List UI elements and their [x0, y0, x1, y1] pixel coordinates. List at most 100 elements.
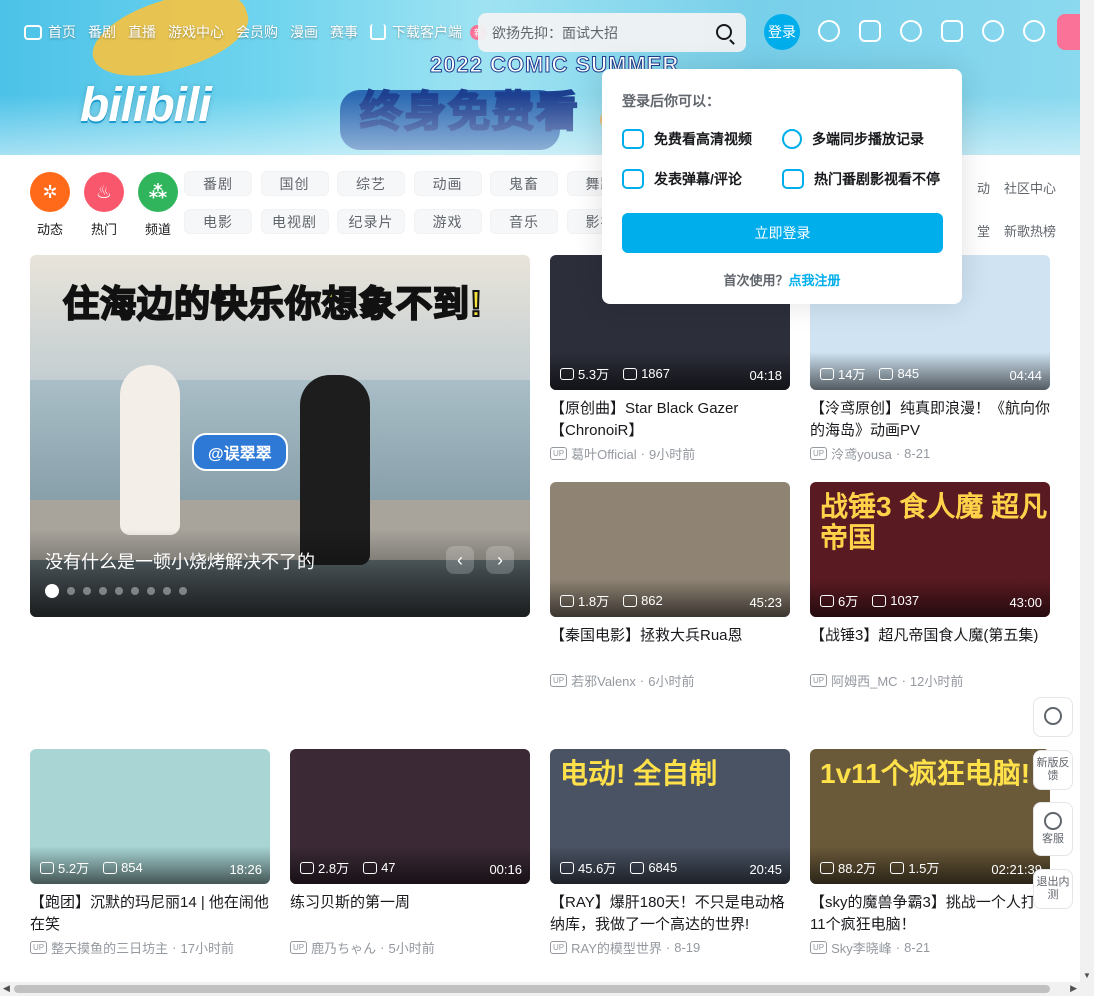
nav-icons [818, 20, 1045, 42]
feature-anime: 热门番剧影视看不停 [782, 169, 942, 189]
nav-item-anime[interactable]: 番剧 [88, 22, 116, 42]
carousel-dot[interactable] [179, 587, 187, 595]
login-now-button[interactable]: 立即登录 [622, 213, 943, 253]
video-title[interactable]: 【秦国电影】拯救大兵Rua恩 [550, 625, 790, 669]
vertical-scrollbar[interactable]: ▼ [1080, 0, 1094, 996]
link-community-center[interactable]: 社区中心 [996, 178, 1056, 197]
carousel-next-button[interactable]: › [486, 546, 514, 574]
scroll-right-arrow-icon[interactable]: ▶ [1070, 983, 1077, 994]
category-documentary[interactable]: 纪录片 [337, 209, 405, 234]
view-count: 88.2万 [820, 858, 876, 877]
uploader-name[interactable]: 泠鸢yousa [831, 444, 892, 463]
video-card[interactable]: 2.8万 47 00:16 练习贝斯的第一周 UP 鹿乃ちゃん · 5小时前 [290, 749, 530, 957]
uploader-name[interactable]: RAY的模型世界 [571, 938, 662, 957]
video-stats: 2.8万 47 [300, 858, 396, 877]
uploader-icon: UP [810, 941, 828, 954]
uploader-name[interactable]: 若邪Valenx [571, 671, 636, 690]
nav-item-manga[interactable]: 漫画 [290, 22, 318, 42]
video-thumbnail[interactable]: 电动! 全自制 45.6万 6845 20:45 [550, 749, 790, 884]
channel-label: 动态 [36, 222, 63, 237]
video-title[interactable]: 练习贝斯的第一周 [290, 892, 530, 936]
video-duration: 45:23 [749, 595, 782, 610]
nav-item-live[interactable]: 直播 [128, 22, 156, 42]
category-variety[interactable]: 综艺 [337, 171, 405, 196]
nav-item-game-center[interactable]: 游戏中心 [168, 22, 224, 42]
channel-dynamic[interactable]: ✲ 动态 [30, 172, 70, 238]
video-thumbnail[interactable]: 5.2万 854 18:26 [30, 749, 270, 884]
danmaku-icon [879, 367, 894, 380]
download-icon [370, 24, 386, 40]
exit-beta-button[interactable]: 退出内测 [1033, 869, 1073, 909]
uploader-name[interactable]: 整天摸鱼的三日坊主 [51, 938, 168, 957]
carousel-dot[interactable] [67, 587, 75, 595]
video-title[interactable]: 【跑团】沉默的玛尼丽14 | 他在闹他在笑 [30, 892, 270, 936]
carousel-caption[interactable]: 没有什么是一顿小烧烤解决不了的 [45, 548, 315, 574]
category-bangumi[interactable]: 番剧 [184, 171, 252, 196]
nav-item-esports[interactable]: 赛事 [330, 22, 358, 42]
channel-hot[interactable]: ♨ 热门 [84, 172, 124, 238]
video-title[interactable]: 【战锤3】超凡帝国食人魔(第五集) [810, 625, 1050, 669]
nav-item-download[interactable]: 下载客户端 新 [370, 22, 488, 42]
feature-carousel[interactable]: 住海边的快乐你想象不到! @误翠翠 没有什么是一顿小烧烤解决不了的 ‹ › [30, 255, 530, 617]
category-movie[interactable]: 电影 [184, 209, 252, 234]
category-animation[interactable]: 动画 [413, 171, 482, 196]
video-card[interactable]: 1.8万 862 45:23 【秦国电影】拯救大兵Rua恩 UP 若邪Valen… [550, 482, 790, 690]
uploader-name[interactable]: Sky李晓峰 [831, 938, 892, 957]
nav-item-mall[interactable]: 会员购 [236, 22, 278, 42]
video-card[interactable]: 战锤3 食人魔 超凡帝国 6万 1037 43:00 【战锤3】超凡帝国食人魔(… [810, 482, 1050, 690]
channel-channels[interactable]: ⁂ 频道 [138, 172, 178, 238]
carousel-dot[interactable] [131, 587, 139, 595]
video-thumbnail[interactable]: 2.8万 47 00:16 [290, 749, 530, 884]
carousel-prev-button[interactable]: ‹ [446, 546, 474, 574]
video-title[interactable]: 【泠鸢原创】纯真即浪漫！《航向你的海岛》动画PV [810, 398, 1050, 442]
horizontal-scrollbar[interactable]: ◀ ▶ [0, 982, 1080, 996]
video-card[interactable]: 5.2万 854 18:26 【跑团】沉默的玛尼丽14 | 他在闹他在笑 UP … [30, 749, 270, 957]
video-title[interactable]: 【原创曲】Star Black Gazer【ChronoiR】 [550, 398, 790, 442]
video-title[interactable]: 【RAY】爆肝180天！不只是电动格纳库，我做了一个高达的世界! [550, 892, 790, 936]
carousel-dot[interactable] [147, 587, 155, 595]
video-thumbnail[interactable]: 战锤3 食人魔 超凡帝国 6万 1037 43:00 [810, 482, 1050, 617]
carousel-dot[interactable] [163, 587, 171, 595]
video-title[interactable]: 【sky的魔兽争霸3】挑战一个人打11个疯狂电脑！ [810, 892, 1050, 936]
video-card[interactable]: 电动! 全自制 45.6万 6845 20:45 【RAY】爆肝180天！不只是… [550, 749, 790, 957]
feedback-button[interactable]: 新版反馈 [1033, 750, 1073, 790]
video-thumbnail[interactable]: 1.8万 862 45:23 [550, 482, 790, 617]
uploader-name[interactable]: 葛叶Official [571, 444, 637, 463]
customer-service-button[interactable]: 客服 [1033, 802, 1073, 856]
refresh-button[interactable] [1033, 697, 1073, 737]
danmaku-count: 1867 [623, 366, 670, 381]
carousel-dot[interactable] [115, 587, 123, 595]
carousel-dot[interactable] [83, 587, 91, 595]
scrollbar-thumb[interactable] [14, 985, 1050, 993]
danmaku-count-value: 862 [641, 593, 663, 608]
history-clock-icon[interactable] [982, 20, 1004, 42]
bilibili-logo[interactable]: bilibili [80, 78, 212, 133]
search-input[interactable] [492, 24, 692, 41]
dynamic-icon[interactable] [900, 20, 922, 42]
video-duration: 18:26 [229, 862, 262, 877]
play-count-icon [560, 861, 574, 874]
video-thumbnail[interactable]: 1v11个疯狂电脑! 88.2万 1.5万 02:21:39 [810, 749, 1050, 884]
carousel-dot[interactable] [45, 584, 59, 598]
category-tv[interactable]: 电视剧 [260, 209, 329, 234]
scroll-left-arrow-icon[interactable]: ◀ [3, 983, 10, 994]
vip-icon[interactable] [818, 20, 840, 42]
link-new-songs-chart[interactable]: 新歌热榜 [996, 221, 1056, 240]
login-avatar-button[interactable]: 登录 [764, 14, 800, 50]
scroll-down-arrow-icon[interactable]: ▼ [1083, 971, 1091, 980]
search-icon[interactable] [716, 24, 732, 40]
register-link[interactable]: 点我注册 [789, 273, 841, 288]
category-guochuang[interactable]: 国创 [260, 171, 329, 196]
category-game[interactable]: 游戏 [413, 209, 482, 234]
video-card[interactable]: 1v11个疯狂电脑! 88.2万 1.5万 02:21:39 【sky的魔兽争霸… [810, 749, 1050, 957]
nav-item-home[interactable]: 首页 [24, 22, 76, 42]
message-icon[interactable] [859, 20, 881, 42]
carousel-dot[interactable] [99, 587, 107, 595]
uploader-name[interactable]: 鹿乃ちゃん [311, 938, 376, 957]
category-kichiku[interactable]: 鬼畜 [490, 171, 558, 196]
creation-bulb-icon[interactable] [1023, 20, 1045, 42]
danmaku-count-value: 47 [381, 860, 396, 875]
favorites-star-icon[interactable] [941, 20, 963, 42]
uploader-name[interactable]: 阿姆西_MC [831, 671, 897, 690]
category-music[interactable]: 音乐 [490, 209, 558, 234]
